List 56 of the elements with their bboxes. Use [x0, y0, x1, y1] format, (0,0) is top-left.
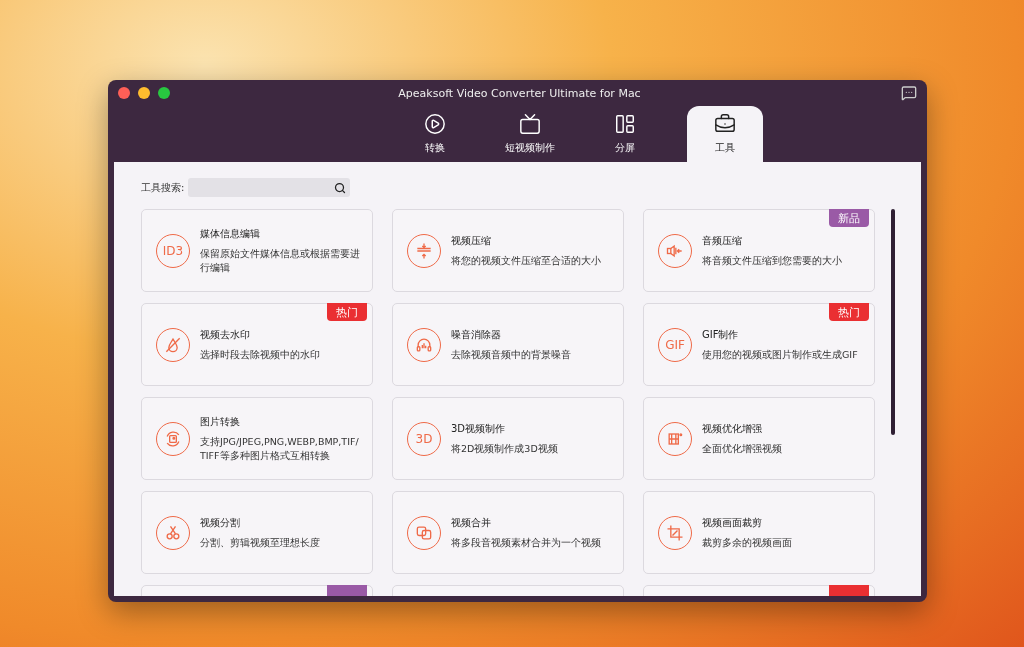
tool-title: GIF制作 [702, 327, 740, 342]
tool-card[interactable]: 新品 音频压缩 将音频文件压缩到您需要的大小 [643, 209, 875, 292]
tool-title: 视频去水印 [200, 327, 251, 342]
tool-description: 使用您的视频或图片制作或生成GIF [702, 347, 858, 362]
tool-card[interactable]: 视频压缩 将您的视频文件压缩至合适的大小 [392, 209, 624, 292]
tool-description: 全面优化增强视频 [702, 441, 782, 456]
window-title: Apeaksoft Video Converter Ultimate for Mac [397, 86, 642, 100]
tool-card[interactable]: 视频画面裁剪 裁剪多余的视频画面 [643, 491, 875, 574]
tool-card[interactable]: 热门 视频去水印 选择时段去除视频中的水印 [141, 303, 373, 386]
window-control-icon[interactable] [138, 87, 150, 99]
tool-title: 噪音消除器 [451, 327, 502, 342]
tab[interactable]: 短视频制作 [496, 106, 563, 162]
play-circle-icon [423, 113, 446, 135]
tool-card[interactable]: 视频合并 将多段音视频素材合并为一个视频 [392, 491, 624, 574]
tool-card[interactable]: 视频优化增强 全面优化增强视频 [643, 397, 875, 480]
tool-description: 将多段音视频素材合并为一个视频 [451, 535, 601, 550]
tool-description: 保留原始文件媒体信息或根据需要进行编辑 [200, 246, 361, 275]
search-icon[interactable] [334, 181, 347, 194]
tool-title: 音频压缩 [702, 233, 743, 248]
tool-description: 裁剪多余的视频画面 [702, 535, 792, 550]
tool-description: 将您的视频文件压缩至合适的大小 [451, 253, 601, 268]
briefcase-icon [713, 113, 736, 135]
tool-title: 视频优化增强 [702, 421, 763, 436]
message-icon[interactable] [901, 85, 917, 101]
tag-label: 新品 [829, 209, 869, 227]
tool-description: 去除视频音频中的背景噪音 [451, 347, 571, 362]
tab[interactable]: 工具 [686, 106, 763, 162]
tag-label: 热门 [829, 303, 869, 321]
tool-title: 视频分割 [200, 515, 241, 530]
window-control-icon[interactable] [158, 87, 170, 99]
tool-title: 图片转换 [200, 414, 241, 429]
search-label: 工具搜索: [141, 180, 185, 195]
search-field[interactable] [188, 178, 351, 197]
tool-card[interactable]: ID3 媒体信息编辑 保留原始文件媒体信息或根据需要进行编辑 [141, 209, 373, 292]
tag-label: 热门 [327, 303, 367, 321]
tool-description: 将2D视频制作成3D视频 [451, 441, 558, 456]
window-control-icon[interactable] [118, 87, 130, 99]
tool-title: 3D视频制作 [451, 421, 507, 436]
tool-description: 将音频文件压缩到您需要的大小 [702, 253, 842, 268]
tool-title: 媒体信息编辑 [200, 226, 261, 241]
tool-title: 视频合并 [451, 515, 492, 530]
tab[interactable]: 转换 [402, 106, 467, 162]
tool-description: 选择时段去除视频中的水印 [200, 347, 320, 362]
tool-description: 分割、剪辑视频至理想长度 [200, 535, 320, 550]
tool-title: 视频画面裁剪 [702, 515, 763, 530]
tool-card[interactable]: 3D 3D视频制作 将2D视频制作成3D视频 [392, 397, 624, 480]
scrollbar[interactable] [891, 209, 895, 435]
tool-description: 支持JPG/JPEG,PNG,WEBP,BMP,TIF/ TIFF等多种图片格式互相转换 [200, 434, 360, 463]
tool-card[interactable]: 热门 GIF GIF制作 使用您的视频或图片制作或生成GIF [643, 303, 875, 386]
tool-card[interactable]: 噪音消除器 去除视频音频中的背景噪音 [392, 303, 624, 386]
tool-title: 视频压缩 [451, 233, 492, 248]
tv-icon [518, 113, 541, 135]
layout-panels-icon [613, 113, 636, 135]
tool-card[interactable]: 图片转换 支持JPG/JPEG,PNG,WEBP,BMP,TIF/ TIFF等多种图片格式互相转换 [141, 397, 373, 480]
tool-card[interactable]: 视频分割 分割、剪辑视频至理想长度 [141, 491, 373, 574]
tab[interactable]: 分屏 [592, 106, 657, 162]
